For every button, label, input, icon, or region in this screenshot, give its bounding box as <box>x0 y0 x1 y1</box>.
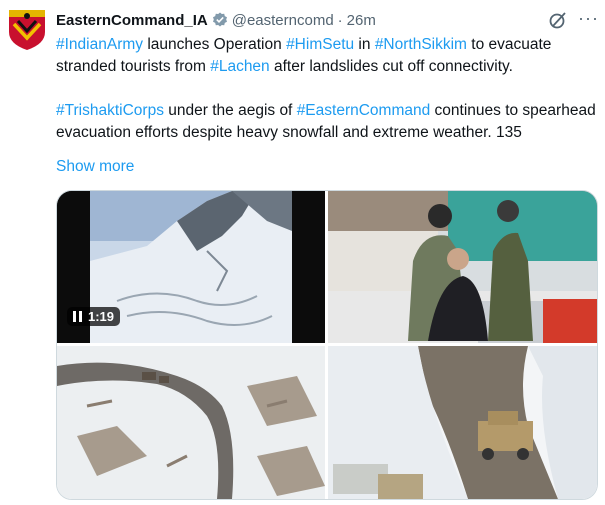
tweet[interactable]: EasternCommand_IA @easterncomd · 26m ···… <box>0 0 605 505</box>
author-name[interactable]: EasternCommand_IA <box>56 12 208 29</box>
hashtag-link[interactable]: #NorthSikkim <box>375 36 467 53</box>
timestamp[interactable]: 26m <box>347 12 376 29</box>
hashtag-link[interactable]: #HimSetu <box>286 36 354 53</box>
media-photo-army-vehicle[interactable] <box>328 346 597 499</box>
tweet-text-segment: after landslides cut off connectivity. <box>269 58 513 75</box>
media-video[interactable]: 1:19 <box>57 191 325 343</box>
photo-soldiers-checking-tourist <box>328 191 597 343</box>
tweet-header: EasternCommand_IA @easterncomd · 26m <box>56 9 376 31</box>
more-options-icon[interactable]: ··· <box>578 8 599 28</box>
hashtag-link[interactable]: #IndianArmy <box>56 36 143 53</box>
tweet-text-segment: under the aegis of <box>163 102 297 119</box>
grok-icon[interactable] <box>548 10 568 30</box>
media-photo-medical-check[interactable] <box>328 191 597 343</box>
tweet-text: #IndianArmy launches Operation #HimSetu … <box>56 34 596 144</box>
tweet-paragraph-2: #TrishaktiCorps under the aegis of #East… <box>56 100 596 144</box>
tweet-text-segment: launches Operation <box>143 36 287 53</box>
photo-armored-vehicle-snow <box>328 346 597 499</box>
author-handle[interactable]: @easterncomd <box>232 12 334 29</box>
media-photo-snow-road[interactable] <box>57 346 325 499</box>
tweet-paragraph-1: #IndianArmy launches Operation #HimSetu … <box>56 34 596 78</box>
tweet-text-segment: in <box>354 36 375 53</box>
video-duration-badge: 1:19 <box>67 307 121 326</box>
verified-badge-icon <box>212 12 228 28</box>
pause-icon[interactable] <box>73 311 82 322</box>
avatar[interactable] <box>5 8 49 52</box>
photo-vehicles-snow-road <box>57 346 325 499</box>
show-more-link[interactable]: Show more <box>56 158 134 176</box>
hashtag-link[interactable]: #Lachen <box>210 58 269 75</box>
hashtag-link[interactable]: #EasternCommand <box>297 102 431 119</box>
video-duration: 1:19 <box>88 309 115 324</box>
media-grid: 1:19 <box>56 190 598 500</box>
hashtag-link[interactable]: #TrishaktiCorps <box>56 102 164 119</box>
separator-dot: · <box>337 11 343 29</box>
